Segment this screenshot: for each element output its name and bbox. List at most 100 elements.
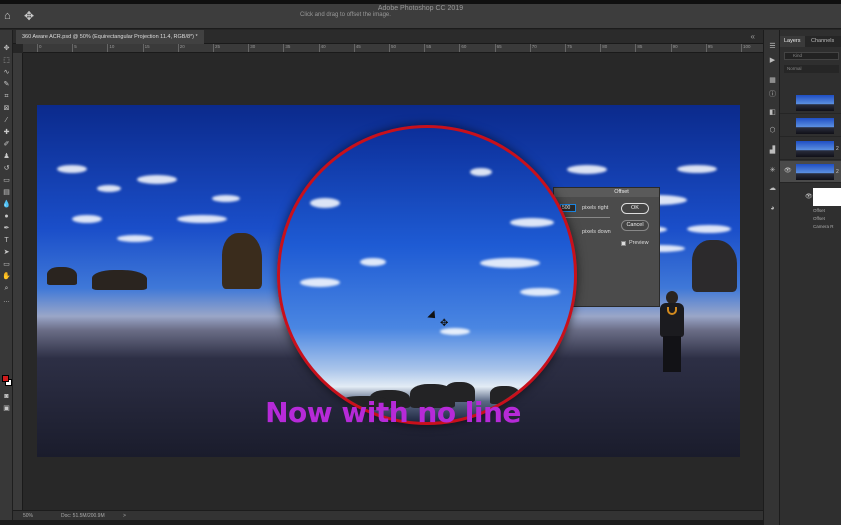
canvas-area[interactable]: Offset 500 pixels right pixels down OK C… [23,53,763,510]
more-tools-icon[interactable]: … [1,296,12,306]
ruler-tick: 5 [72,44,77,52]
preview-label: Preview [629,240,649,246]
ruler-tick: 30 [248,44,255,52]
quick-select-tool-icon[interactable]: ✎ [1,80,12,90]
bottom-strip [0,520,763,525]
preview-checkbox[interactable] [621,241,626,246]
play-actions-icon[interactable]: ▶ [768,56,777,65]
collapse-panels-icon[interactable]: « [751,32,755,41]
horizontal-offset-label: pixels right [582,205,609,211]
layer-label: 2 [836,146,839,152]
history-panel-icon[interactable]: ☰ [768,42,777,51]
smart-filter-item[interactable]: Camera R [813,224,834,230]
smart-filter-item[interactable]: Offset [813,208,825,214]
quick-mask-icon[interactable]: ◙ [1,392,12,402]
move-tool-icon[interactable]: ✥ [24,9,34,23]
ruler-tick: 20 [177,44,185,52]
document-tabs: 360 Aware ACR.psd @ 50% (Equirectangular… [13,30,763,44]
properties-panel-icon[interactable]: ◧ [768,108,777,117]
move-tool-icon[interactable]: ✥ [1,44,12,54]
ruler-tick: 25 [213,44,220,52]
horizontal-ruler[interactable]: 0 5 10 15 20 25 30 35 40 45 50 55 60 65 70 75 80 85 90 95 10… [23,44,763,53]
panel-tabs: Layers Channels [780,36,841,47]
foreground-color-swatch[interactable] [2,375,9,382]
layer-filter-input[interactable]: Kind [784,52,839,60]
panel-dock: ☰ ▶ ▦ ⓘ ◧ ⬡ ▟ ✳ ☁ ◕ [763,30,780,525]
type-tool-icon[interactable]: T [1,236,12,246]
layer-row[interactable]: 2 [780,138,841,160]
video-caption: Now with no line [265,396,521,429]
ruler-tick: 15 [142,44,150,52]
vertical-ruler[interactable] [13,53,23,510]
home-icon[interactable]: ⌂ [4,10,16,22]
ruler-tick: 90 [670,44,678,52]
layer-thumbnail [796,164,834,180]
ruler-tick: 45 [353,44,361,52]
crop-tool-icon[interactable]: ⌗ [1,92,12,102]
layer-row[interactable] [780,115,841,137]
path-select-icon[interactable]: ➤ [1,248,12,258]
zoom-tool-icon[interactable]: ⌕ [1,284,12,294]
layer-row-selected[interactable]: 👁 2 [780,161,841,183]
photographer-figure [657,291,687,373]
document-tab[interactable]: 360 Aware ACR.psd @ 50% (Equirectangular… [16,30,204,44]
stamp-tool-icon[interactable]: ♟ [1,152,12,162]
tab-channels[interactable]: Channels [807,36,838,47]
smart-filter-mask[interactable] [813,188,841,206]
layers-panel: Layers Channels Kind Normal 2 👁 2 👁 Offs… [780,30,841,525]
ruler-tick: 85 [635,44,642,52]
layer-label: 2 [836,169,839,175]
layer-thumbnail [796,141,834,157]
layer-thumbnail [796,95,834,111]
ruler-tick: 95 [705,44,713,52]
ok-button[interactable]: OK [621,203,649,214]
ruler-tick: 50 [389,44,396,52]
blur-tool-icon[interactable]: 💧 [1,200,12,210]
layer-thumbnail [796,118,834,134]
horizontal-offset-slider[interactable] [560,217,610,218]
pen-tool-icon[interactable]: ✒ [1,224,12,234]
status-bar: 50% Doc: 51.5M/200.9M > [13,510,763,520]
tools-panel: ✥ ⬚ ∿ ✎ ⌗ ⊠ ⁄ ✚ ✐ ♟ ↺ ▭ ▤ 💧 ● ✒ T ➤ ▭ ✋ … [0,30,13,525]
cancel-button[interactable]: Cancel [621,220,649,231]
eyedropper-tool-icon[interactable]: ⁄ [1,116,12,126]
frame-tool-icon[interactable]: ⊠ [1,104,12,114]
dialog-title: Offset [554,188,659,197]
libraries-panel-icon[interactable]: ☁ [768,184,777,193]
brush-tool-icon[interactable]: ✐ [1,140,12,150]
color-panel-icon[interactable]: ▦ [768,76,777,85]
info-panel-icon[interactable]: ⓘ [768,90,777,99]
ruler-tick: 35 [283,44,290,52]
tool-hint: Click and drag to offset the image. [300,12,391,18]
ruler-tick: 75 [565,44,572,52]
arrow-cursor-icon [427,310,439,322]
screen-mode-icon[interactable]: ▣ [1,404,12,414]
ruler-tick: 55 [424,44,431,52]
ruler-tick: 70 [529,44,537,52]
layer-row[interactable] [780,92,841,114]
healing-tool-icon[interactable]: ✚ [1,128,12,138]
lasso-tool-icon[interactable]: ∿ [1,68,12,78]
ruler-tick: 0 [37,44,42,52]
histogram-panel-icon[interactable]: ▟ [768,146,777,155]
move-cursor-icon: ✥ [440,318,449,329]
paths-panel-icon[interactable]: ◕ [768,204,777,213]
smart-filter-item[interactable]: Offset [813,216,825,222]
ruler-tick: 40 [318,44,326,52]
3d-panel-icon[interactable]: ⬡ [768,126,777,135]
marquee-tool-icon[interactable]: ⬚ [1,56,12,66]
gradient-tool-icon[interactable]: ▤ [1,188,12,198]
hand-tool-icon[interactable]: ✋ [1,272,12,282]
ruler-tick: 60 [459,44,466,52]
blend-mode-select[interactable]: Normal [784,65,839,73]
tab-layers[interactable]: Layers [780,36,805,47]
visibility-eye-icon[interactable]: 👁 [805,193,813,200]
adjustments-panel-icon[interactable]: ✳ [768,166,777,175]
dodge-tool-icon[interactable]: ● [1,212,12,222]
history-brush-icon[interactable]: ↺ [1,164,12,174]
vertical-offset-label: pixels down [582,229,611,235]
shape-tool-icon[interactable]: ▭ [1,260,12,270]
visibility-eye-icon[interactable]: 👁 [784,167,792,174]
eraser-tool-icon[interactable]: ▭ [1,176,12,186]
magnified-view: ✥ [277,125,577,425]
